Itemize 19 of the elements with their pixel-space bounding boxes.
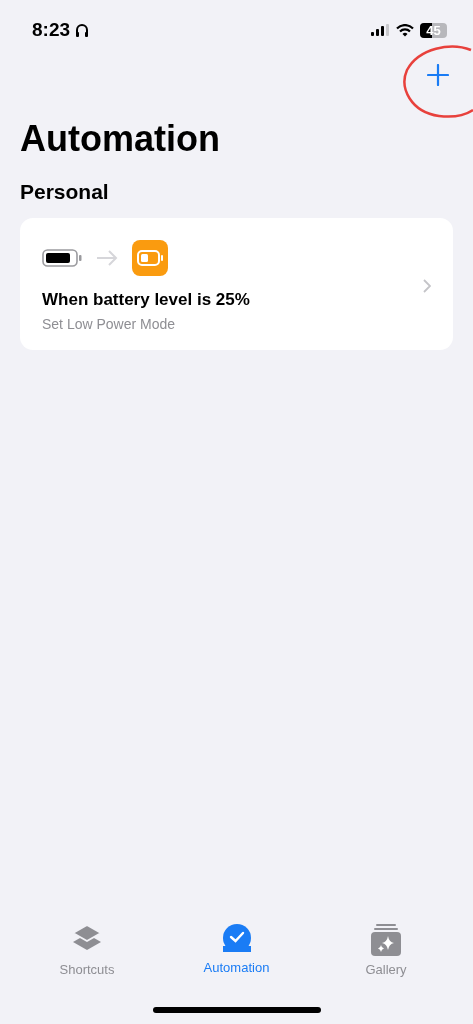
battery-icon bbox=[42, 249, 82, 267]
tab-bar-item[interactable]: Shortcuts bbox=[32, 924, 142, 977]
section-header: Personal bbox=[20, 180, 110, 204]
gallery-icon bbox=[371, 924, 401, 956]
status-time: 8:23 bbox=[32, 19, 71, 41]
low-power-icon bbox=[132, 240, 168, 276]
add-button[interactable] bbox=[427, 64, 449, 86]
signal-icon bbox=[371, 24, 390, 36]
automation-title: When battery level is 25% bbox=[42, 290, 250, 310]
chevron-icon bbox=[423, 279, 431, 293]
automation-card[interactable]: When battery level is 25% Set Low Power Mode bbox=[20, 218, 453, 350]
page-title: Automation bbox=[20, 118, 221, 160]
automation-subtitle: Set Low Power Mode bbox=[42, 316, 177, 332]
headphones-icon bbox=[75, 22, 90, 38]
clock-check-icon bbox=[221, 924, 252, 954]
arrow-icon bbox=[96, 250, 118, 266]
tab-bar-item[interactable]: Gallery bbox=[331, 924, 441, 977]
wifi-icon bbox=[396, 23, 414, 37]
tab-bar-item[interactable]: Automation bbox=[181, 924, 292, 977]
